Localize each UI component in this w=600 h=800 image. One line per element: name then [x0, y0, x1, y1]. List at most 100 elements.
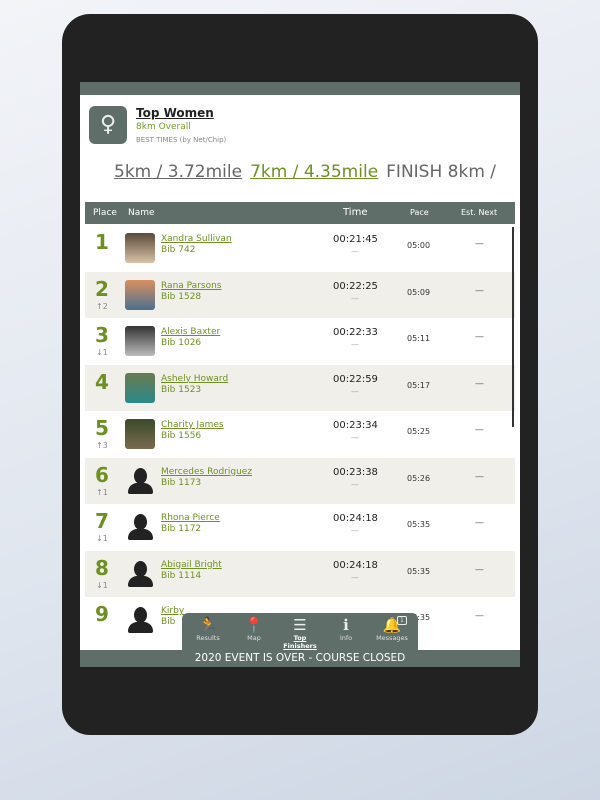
- avatar: [125, 326, 155, 356]
- runner-name-link[interactable]: Xandra Sullivan: [161, 234, 232, 244]
- table-row[interactable]: 6 ↑1 Mercedes Rodriguez Bib 1173 00:23:3…: [85, 457, 515, 504]
- bib-number: Bib 1114: [161, 570, 202, 581]
- runner-name-link[interactable]: Alexis Baxter: [161, 327, 220, 337]
- page-header: ♀ Top Women 8km Overall BEST TIMES (by N…: [80, 95, 520, 153]
- place: 6: [95, 462, 109, 487]
- pace: 05:09: [407, 287, 431, 297]
- nav-info[interactable]: ℹ Info: [323, 616, 369, 642]
- time: 00:24:18: [333, 559, 378, 571]
- place: 7: [95, 509, 109, 533]
- info-icon: ℹ: [343, 616, 349, 634]
- table-row[interactable]: 4 Ashely Howard Bib 1523 00:22:59 — 05:1…: [85, 364, 515, 411]
- nav-label: Info: [339, 634, 353, 642]
- bib-number: Bib 1173: [161, 477, 202, 488]
- table-row[interactable]: 7 ↓1 Rhona Pierce Bib 1172 00:24:18 — 05…: [85, 504, 515, 551]
- table-row[interactable]: 2 ↑2 Rana Parsons Bib 1528 00:22:25 — 05…: [85, 271, 515, 318]
- map-pin-icon: 📍: [244, 616, 264, 634]
- place: 8: [95, 555, 109, 580]
- est-next: —: [475, 471, 484, 482]
- avatar: [125, 279, 155, 310]
- col-place: Place: [93, 208, 117, 218]
- est-next: —: [475, 564, 484, 575]
- bib-number: Bib 1172: [161, 524, 202, 534]
- nav-label: Messages: [376, 634, 408, 642]
- runner-icon: 🏃: [198, 616, 218, 634]
- place: 4: [95, 369, 109, 394]
- split-tab-7km[interactable]: 7km / 4.35mile: [250, 162, 378, 182]
- runner-name-link[interactable]: Ashely Howard: [161, 374, 228, 384]
- page-subtitle: 8km Overall: [136, 122, 191, 132]
- nav-messages[interactable]: 🔔 1 Messages: [369, 616, 415, 642]
- results-table: 1 Xandra Sullivan Bib 742 00:21:45 — 05:…: [85, 225, 515, 644]
- est-next: —: [475, 285, 484, 296]
- table-header: Place Name Time Pace Est. Next: [85, 202, 515, 224]
- est-next: —: [475, 378, 484, 389]
- scrollbar[interactable]: [512, 227, 514, 427]
- rank-change: ↑1: [96, 487, 108, 497]
- rank-change: ↑3: [96, 441, 108, 450]
- pace: 05:17: [407, 380, 431, 390]
- pace: 05:35: [407, 520, 431, 529]
- rank-change: ↓1: [96, 580, 108, 590]
- nav-results[interactable]: 🏃 Results: [185, 616, 231, 642]
- place: 9: [95, 602, 109, 626]
- rank-change: ↓1: [96, 348, 108, 357]
- col-time: Time: [343, 207, 368, 218]
- top-bar: [80, 82, 520, 95]
- list-icon: ☰: [293, 616, 307, 634]
- place: 2: [95, 276, 109, 301]
- time: 00:23:38: [333, 466, 378, 478]
- runner-name-link[interactable]: Kirby: [161, 606, 184, 616]
- runner-name-link[interactable]: Rana Parsons: [161, 281, 221, 291]
- est-next: —: [475, 518, 484, 528]
- pace: 05:11: [407, 334, 431, 343]
- time-sub: —: [351, 340, 359, 349]
- est-next: —: [475, 332, 484, 342]
- bib-number: Bib 1528: [161, 291, 202, 302]
- nav-map[interactable]: 📍 Map: [231, 616, 277, 642]
- nav-top-finishers[interactable]: ☰ Top Finishers: [277, 616, 323, 650]
- status-banner: 2020 EVENT IS OVER - COURSE CLOSED: [80, 650, 520, 667]
- place: 1: [95, 230, 109, 254]
- pace: 05:35: [407, 566, 431, 576]
- split-tabs: 5km / 3.72mile 7km / 4.35mile FINISH 8km /: [80, 162, 520, 182]
- time-sub: —: [351, 526, 359, 535]
- place: 5: [95, 416, 109, 440]
- avatar: [125, 233, 155, 263]
- table-row[interactable]: 8 ↓1 Abigail Bright Bib 1114 00:24:18 — …: [85, 550, 515, 597]
- avatar: [125, 372, 155, 403]
- avatar-placeholder-icon: [125, 466, 155, 496]
- bib-number: Bib 1523: [161, 384, 202, 395]
- est-next: —: [475, 611, 484, 621]
- col-next: Est. Next: [461, 208, 498, 217]
- table-row[interactable]: 3 ↓1 Alexis Baxter Bib 1026 00:22:33 — 0…: [85, 318, 515, 365]
- time: 00:23:34: [333, 420, 378, 431]
- bib-number: Bib 1026: [161, 338, 202, 348]
- bottom-nav: 🏃 Results 📍 Map ☰ Top Finishers ℹ Info 🔔 1 Message…: [182, 613, 418, 650]
- pace: 05:26: [407, 473, 431, 483]
- runner-name-link[interactable]: Charity James: [161, 420, 224, 430]
- time: 00:22:59: [333, 373, 378, 385]
- time: 00:24:18: [333, 513, 378, 524]
- time-sub: —: [351, 433, 359, 442]
- app-screen: ♀ Top Women 8km Overall BEST TIMES (by N…: [80, 82, 520, 667]
- table-row[interactable]: 1 Xandra Sullivan Bib 742 00:21:45 — 05:…: [85, 225, 515, 272]
- nav-label: Top Finishers: [283, 634, 317, 650]
- split-tab-finish[interactable]: FINISH 8km /: [386, 162, 496, 182]
- runner-name-link[interactable]: Abigail Bright: [161, 560, 222, 570]
- runner-name-link[interactable]: Mercedes Rodriguez: [161, 467, 252, 477]
- bib-number: Bib 1556: [161, 431, 202, 441]
- col-name: Name: [128, 208, 155, 218]
- best-times-note: BEST TIMES (by Net/Chip): [136, 136, 227, 144]
- runner-name-link[interactable]: Rhona Pierce: [161, 513, 220, 523]
- page-title[interactable]: Top Women: [136, 106, 214, 120]
- time-sub: —: [351, 247, 359, 256]
- time-sub: —: [351, 479, 359, 489]
- split-tab-5km[interactable]: 5km / 3.72mile: [114, 162, 242, 182]
- rank-change: ↓1: [96, 534, 108, 543]
- pace: 05:25: [407, 427, 431, 436]
- table-row[interactable]: 5 ↑3 Charity James Bib 1556 00:23:34 — 0…: [85, 411, 515, 458]
- time: 00:21:45: [333, 234, 378, 245]
- bib-number: Bib 742: [161, 245, 196, 255]
- place: 3: [95, 323, 109, 347]
